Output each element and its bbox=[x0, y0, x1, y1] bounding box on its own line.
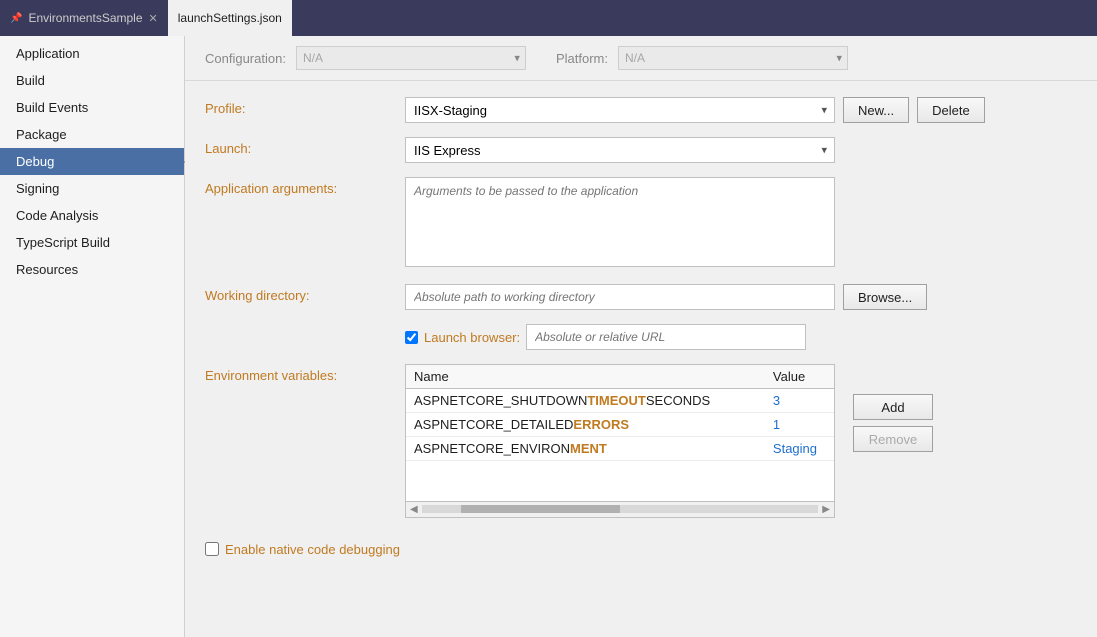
env-value-cell: 1 bbox=[765, 413, 834, 437]
delete-button[interactable]: Delete bbox=[917, 97, 985, 123]
configuration-select[interactable]: N/A bbox=[296, 46, 526, 70]
sidebar: Application Build Build Events Package D… bbox=[0, 36, 185, 637]
profile-dropdown[interactable]: IISX-Staging bbox=[405, 97, 835, 123]
env-name-cell: ASPNETCORE_DETAILEDERRORS bbox=[406, 413, 765, 437]
working-dir-row: Working directory: Browse... bbox=[205, 284, 1077, 310]
col-value-header: Value bbox=[765, 365, 834, 389]
launch-control: IIS Express bbox=[405, 137, 1077, 163]
app-args-row: Application arguments: bbox=[205, 177, 1077, 270]
working-dir-input[interactable] bbox=[405, 284, 835, 310]
tab-environments[interactable]: 📌 EnvironmentsSample ✕ bbox=[0, 0, 168, 36]
launch-browser-url-input[interactable] bbox=[526, 324, 806, 350]
launch-label: Launch: bbox=[205, 137, 405, 156]
env-table: Name Value ASPNETCORE_SHUTDOWNTIMEOUTSEC… bbox=[406, 365, 834, 501]
enable-native-checkbox[interactable] bbox=[205, 542, 219, 556]
table-row[interactable]: ASPNETCORE_ENVIRONMENT Staging bbox=[406, 437, 834, 461]
profile-control: IISX-Staging New... Delete bbox=[405, 97, 1077, 123]
config-bar: Configuration: N/A Platform: N/A bbox=[185, 36, 1097, 81]
sidebar-item-application[interactable]: Application bbox=[0, 40, 184, 67]
app-args-label: Application arguments: bbox=[205, 177, 405, 196]
content-area: Configuration: N/A Platform: N/A Profile… bbox=[185, 36, 1097, 637]
scroll-left-arrow[interactable]: ◀ bbox=[410, 504, 418, 515]
new-button[interactable]: New... bbox=[843, 97, 909, 123]
env-vars-row: Environment variables: Name Value bbox=[205, 364, 1077, 518]
main-layout: Application Build Build Events Package D… bbox=[0, 36, 1097, 637]
configuration-select-wrapper: N/A bbox=[296, 46, 526, 70]
sidebar-item-build-events[interactable]: Build Events bbox=[0, 94, 184, 121]
working-dir-control: Browse... bbox=[405, 284, 1077, 310]
env-side-buttons: Add Remove bbox=[845, 364, 933, 452]
env-vars-control: Name Value ASPNETCORE_SHUTDOWNTIMEOUTSEC… bbox=[405, 364, 1077, 518]
profile-row: Profile: IISX-Staging New... Delete bbox=[205, 97, 1077, 123]
scroll-right-arrow[interactable]: ▶ bbox=[822, 504, 830, 515]
launch-dropdown[interactable]: IIS Express bbox=[405, 137, 835, 163]
launch-browser-row: Launch browser: bbox=[205, 324, 1077, 350]
env-table-empty-row bbox=[406, 461, 834, 501]
tab-launch[interactable]: launchSettings.json bbox=[168, 0, 292, 36]
launch-browser-checkbox[interactable] bbox=[405, 331, 418, 344]
configuration-label: Configuration: bbox=[205, 51, 286, 66]
platform-select[interactable]: N/A bbox=[618, 46, 848, 70]
env-value-cell: 3 bbox=[765, 389, 834, 413]
platform-select-wrapper: N/A bbox=[618, 46, 848, 70]
launch-dropdown-wrapper: IIS Express bbox=[405, 137, 835, 163]
form-area: Profile: IISX-Staging New... Delete Laun… bbox=[185, 81, 1097, 573]
launch-browser-label: Launch browser: bbox=[424, 330, 520, 345]
profile-label: Profile: bbox=[205, 97, 405, 116]
env-table-scrollbar: ◀ ▶ bbox=[406, 501, 834, 517]
sidebar-item-code-analysis[interactable]: Code Analysis bbox=[0, 202, 184, 229]
col-name-header: Name bbox=[406, 365, 765, 389]
env-vars-label: Environment variables: bbox=[205, 364, 405, 383]
platform-label: Platform: bbox=[556, 51, 608, 66]
sidebar-item-debug[interactable]: Debug bbox=[0, 148, 184, 175]
app-args-control bbox=[405, 177, 1077, 270]
env-table-container: Name Value ASPNETCORE_SHUTDOWNTIMEOUTSEC… bbox=[405, 364, 835, 518]
env-value-cell: Staging bbox=[765, 437, 834, 461]
close-icon[interactable]: ✕ bbox=[149, 12, 158, 25]
add-button[interactable]: Add bbox=[853, 394, 933, 420]
launch-browser-control: Launch browser: bbox=[405, 324, 1077, 350]
launch-row: Launch: IIS Express bbox=[205, 137, 1077, 163]
app-args-textarea[interactable] bbox=[405, 177, 835, 267]
title-bar: 📌 EnvironmentsSample ✕ launchSettings.js… bbox=[0, 0, 1097, 36]
env-table-wrapper: Name Value ASPNETCORE_SHUTDOWNTIMEOUTSEC… bbox=[405, 364, 835, 518]
pin-icon: 📌 bbox=[10, 13, 22, 24]
launch-browser-spacer bbox=[205, 335, 405, 339]
working-dir-label: Working directory: bbox=[205, 284, 405, 303]
sidebar-item-package[interactable]: Package bbox=[0, 121, 184, 148]
tab-label: EnvironmentsSample bbox=[28, 11, 142, 25]
sidebar-item-resources[interactable]: Resources bbox=[0, 256, 184, 283]
remove-button[interactable]: Remove bbox=[853, 426, 933, 452]
profile-dropdown-wrapper: IISX-Staging bbox=[405, 97, 835, 123]
browse-button[interactable]: Browse... bbox=[843, 284, 927, 310]
table-row[interactable]: ASPNETCORE_SHUTDOWNTIMEOUTSECONDS 3 bbox=[406, 389, 834, 413]
sidebar-item-typescript-build[interactable]: TypeScript Build bbox=[0, 229, 184, 256]
sidebar-item-signing[interactable]: Signing bbox=[0, 175, 184, 202]
enable-native-label: Enable native code debugging bbox=[225, 542, 400, 557]
tab-label: launchSettings.json bbox=[178, 11, 282, 25]
scroll-track[interactable] bbox=[422, 505, 819, 513]
env-name-cell: ASPNETCORE_ENVIRONMENT bbox=[406, 437, 765, 461]
enable-native-row: Enable native code debugging bbox=[205, 532, 1077, 557]
table-row[interactable]: ASPNETCORE_DETAILEDERRORS 1 bbox=[406, 413, 834, 437]
sidebar-item-build[interactable]: Build bbox=[0, 67, 184, 94]
env-name-cell: ASPNETCORE_SHUTDOWNTIMEOUTSECONDS bbox=[406, 389, 765, 413]
scroll-thumb bbox=[461, 505, 620, 513]
